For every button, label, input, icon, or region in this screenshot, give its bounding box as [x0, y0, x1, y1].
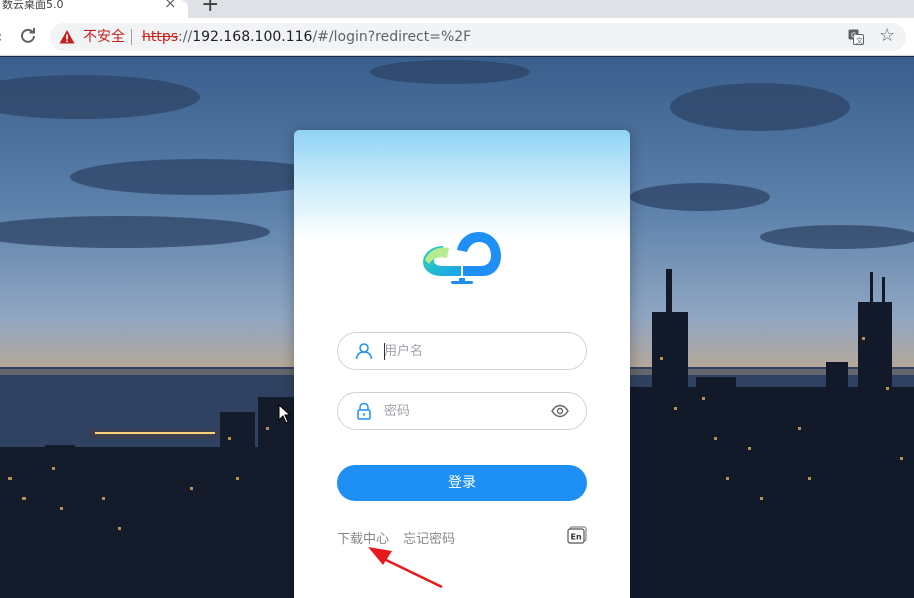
user-icon: [355, 343, 373, 360]
security-status[interactable]: 不安全: [83, 28, 125, 46]
username-input[interactable]: [384, 341, 544, 361]
tab-title: 数云桌面5.0: [2, 0, 64, 11]
url-path: /#/login?redirect=%2F: [312, 29, 472, 45]
url-separator: ://: [178, 29, 193, 45]
cloud-desktop-logo-icon: [423, 232, 501, 284]
forgot-password-link[interactable]: 忘记密码: [403, 532, 455, 547]
language-switch-icon[interactable]: En: [567, 526, 587, 544]
url-host: 192.168.100.116: [192, 29, 313, 45]
warning-icon: [59, 30, 75, 44]
translate-icon[interactable]: G 文: [848, 29, 864, 45]
url-text[interactable]: https://192.168.100.116/#/login?redirect…: [142, 28, 471, 46]
svg-text:文: 文: [856, 36, 863, 45]
back-icon[interactable]: ‹: [0, 27, 2, 46]
address-bar[interactable]: 不安全 https://192.168.100.116/#/login?redi…: [50, 23, 906, 51]
close-icon[interactable]: ×: [164, 0, 177, 11]
login-card: 登录 下载中心 忘记密码 En: [294, 130, 630, 598]
text-caret: [384, 343, 385, 360]
language-switch-label: En: [571, 533, 582, 542]
username-field[interactable]: [337, 332, 587, 370]
browser-tab[interactable]: 数云桌面5.0 ×: [0, 0, 188, 18]
mouse-cursor-icon: [278, 404, 292, 424]
omnibox-divider: [131, 29, 132, 45]
download-center-link[interactable]: 下载中心: [337, 532, 389, 547]
login-button[interactable]: 登录: [337, 465, 587, 501]
tab-strip: 数云桌面5.0 × +: [0, 0, 914, 18]
password-field[interactable]: [337, 392, 587, 430]
reload-icon[interactable]: [18, 26, 38, 46]
footer-links: 下载中心 忘记密码: [337, 528, 465, 547]
url-scheme: https: [142, 29, 179, 45]
password-input[interactable]: [384, 401, 544, 421]
bookmark-star-icon[interactable]: ☆: [879, 25, 895, 47]
eye-icon[interactable]: [551, 403, 569, 419]
login-page: 登录 下载中心 忘记密码 En: [0, 57, 914, 598]
browser-toolbar: ‹ 不安全 https://192.168.100.116/#/login?re…: [0, 18, 914, 56]
new-tab-button[interactable]: +: [201, 0, 219, 16]
lock-icon: [357, 402, 371, 420]
